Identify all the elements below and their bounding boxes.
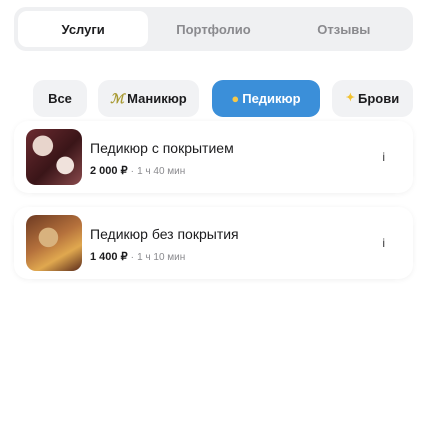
info-icon[interactable]: i <box>382 150 385 164</box>
service-duration: 1 ч 10 мин <box>137 252 186 263</box>
tab-portfolio[interactable]: Портфолио <box>148 11 278 47</box>
category-label-brows: Брови <box>358 91 400 106</box>
meta-separator: · <box>130 252 134 263</box>
info-icon[interactable]: i <box>382 236 385 250</box>
category-chip-pedicure[interactable]: ● Педикюр <box>212 80 320 117</box>
foot-icon: ● <box>231 91 240 106</box>
category-chip-all[interactable]: Все <box>33 80 87 117</box>
tab-reviews[interactable]: Отзывы <box>279 11 409 47</box>
service-price: 2 000 ₽ <box>90 165 128 177</box>
service-title: Педикюр с покрытием <box>90 140 234 156</box>
service-duration: 1 ч 40 мин <box>137 166 186 177</box>
category-chip-manicure[interactable]: ℳ Маникюр <box>98 80 199 117</box>
service-card[interactable]: Педикюр без покрытия 1 400 ₽ · 1 ч 10 ми… <box>14 207 413 279</box>
service-meta: 2 000 ₽ · 1 ч 40 мин <box>90 164 185 177</box>
meta-separator: · <box>130 166 134 177</box>
service-thumbnail <box>26 215 82 271</box>
service-meta: 1 400 ₽ · 1 ч 10 мин <box>90 250 185 263</box>
category-chip-brows[interactable]: ✦ Брови <box>332 80 413 117</box>
service-price: 1 400 ₽ <box>90 251 128 263</box>
service-title: Педикюр без покрытия <box>90 226 239 242</box>
category-chips: Все ℳ Маникюр ● Педикюр ✦ Брови <box>0 80 430 118</box>
service-thumbnail <box>26 129 82 185</box>
category-label-all: Все <box>48 91 72 106</box>
sparkle-icon: ✦ <box>345 92 355 104</box>
category-label-manicure: Маникюр <box>127 91 187 106</box>
category-label-pedicure: Педикюр <box>242 91 301 106</box>
service-card[interactable]: Педикюр с покрытием 2 000 ₽ · 1 ч 40 мин… <box>14 121 413 193</box>
tab-services[interactable]: Услуги <box>18 11 149 47</box>
segmented-control: Услуги Портфолио Отзывы <box>14 7 413 51</box>
nail-polish-icon: ℳ <box>110 91 125 106</box>
